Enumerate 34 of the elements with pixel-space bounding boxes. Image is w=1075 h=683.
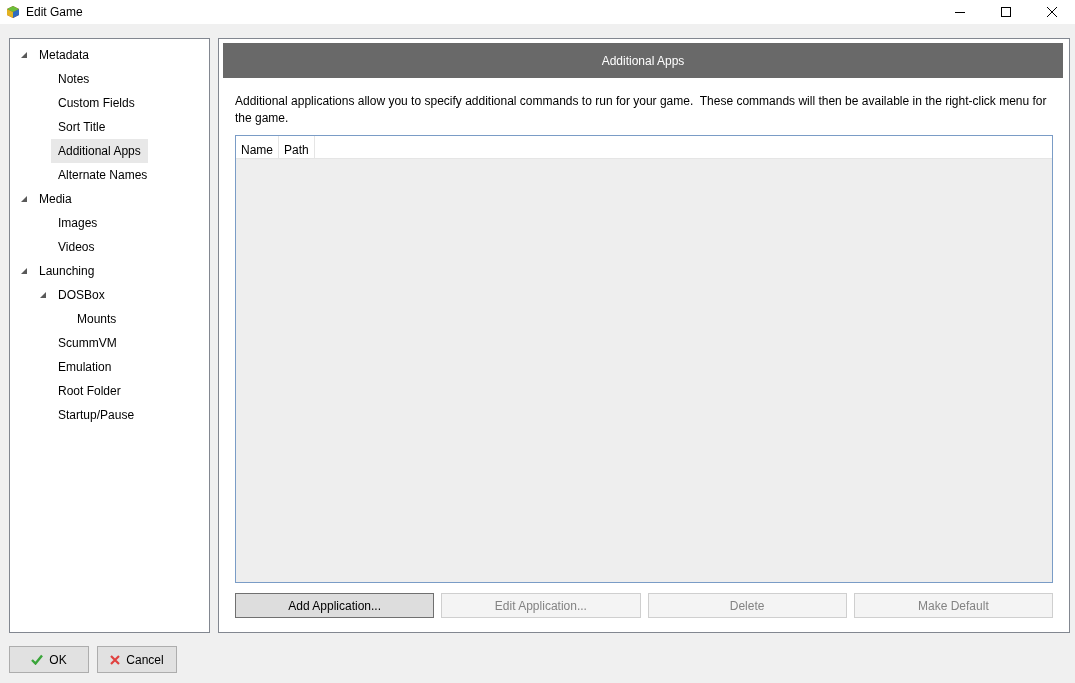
tree-item[interactable]: Metadata <box>32 43 97 67</box>
tree-item[interactable]: Media <box>32 187 79 211</box>
column-header[interactable]: Path <box>279 136 315 158</box>
column-header[interactable]: Name <box>236 136 279 158</box>
minimize-icon <box>955 11 965 13</box>
checkmark-icon <box>31 654 44 665</box>
tree-item[interactable]: Mounts <box>70 307 124 331</box>
tree-item[interactable]: Videos <box>51 235 102 259</box>
tree-item[interactable]: Sort Title <box>51 115 113 139</box>
cross-icon <box>110 654 121 665</box>
expanded-triangle-icon[interactable] <box>20 51 28 59</box>
tree-item[interactable]: Emulation <box>51 355 119 379</box>
tree-item[interactable]: Custom Fields <box>51 91 142 115</box>
action-button[interactable]: Add Application... <box>235 593 435 618</box>
tree-item[interactable]: DOSBox <box>51 283 112 307</box>
app-cube-icon <box>6 5 20 19</box>
tree-item[interactable]: Startup/Pause <box>51 403 142 427</box>
tree-item[interactable]: Additional Apps <box>51 139 148 163</box>
close-icon <box>1047 7 1057 17</box>
tree-item[interactable]: Root Folder <box>51 379 128 403</box>
tree-item[interactable]: Alternate Names <box>51 163 155 187</box>
tree-item[interactable]: Images <box>51 211 105 235</box>
tree-item[interactable]: Notes <box>51 67 97 91</box>
dialog-button[interactable]: OK <box>9 646 89 673</box>
dialog-button[interactable]: Cancel <box>97 646 177 673</box>
expanded-triangle-icon[interactable] <box>39 291 47 299</box>
tree-item[interactable]: ScummVM <box>51 331 124 355</box>
expanded-triangle-icon[interactable] <box>20 195 28 203</box>
panel-header: Additional Apps <box>223 43 1063 78</box>
description-text: Additional applications allow you to specify additional commands to run for your game. These commands will then be available in the right-click menu for the game. <box>235 93 1048 127</box>
window-title: Edit Game <box>26 4 83 21</box>
expanded-triangle-icon[interactable] <box>20 267 28 275</box>
tree-item[interactable]: Launching <box>32 259 102 283</box>
maximize-icon <box>1001 7 1011 17</box>
